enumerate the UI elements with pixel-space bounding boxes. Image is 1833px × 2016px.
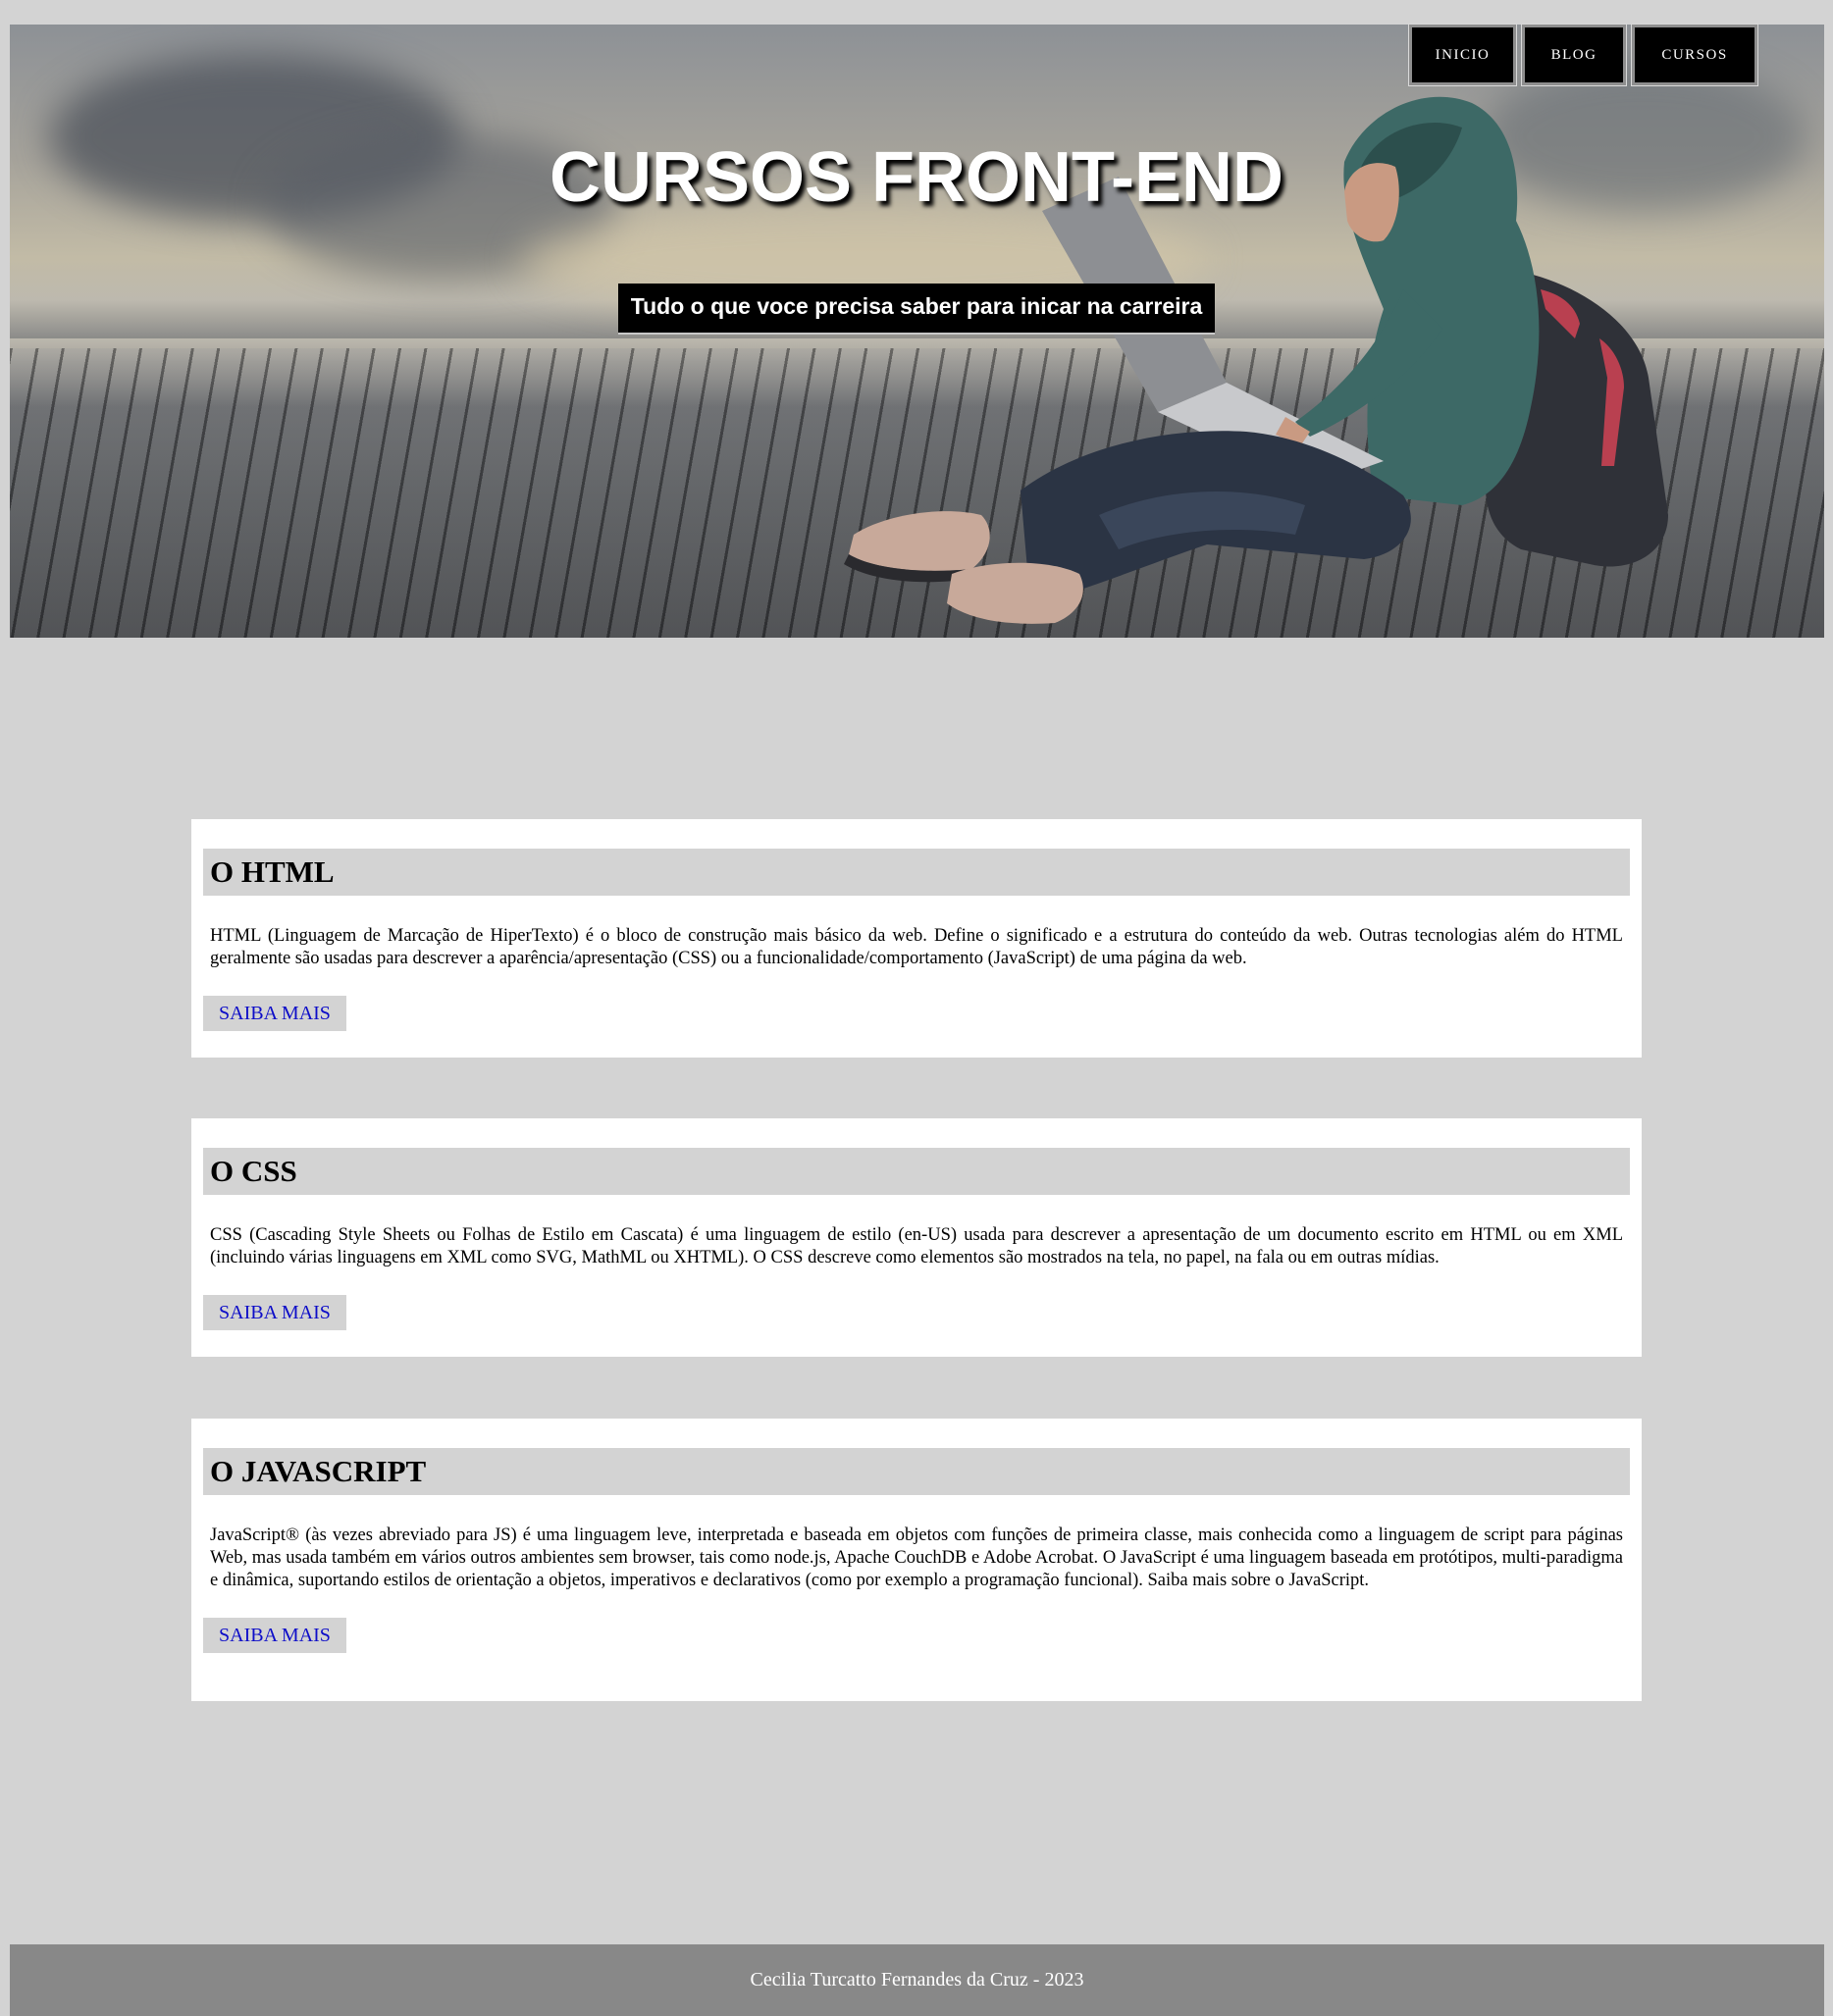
card-text: HTML (Linguagem de Marcação de HiperText… [210, 926, 1623, 968]
hero-subtitle: Tudo o que voce precisa saber para inica… [617, 284, 1216, 335]
card-text: CSS (Cascading Style Sheets ou Folhas de… [210, 1225, 1623, 1267]
card-javascript: O JAVASCRIPT JavaScript® (às vezes abrev… [191, 1419, 1642, 1701]
footer-text: Cecilia Turcatto Fernandes da Cruz - 202… [750, 1969, 1084, 1990]
hero-person-illustration [844, 96, 1668, 624]
card-html: O HTML HTML (Linguagem de Marcação de Hi… [191, 819, 1642, 1058]
top-nav: INICIO BLOG CURSOS [1408, 24, 1758, 86]
nav-inicio-button[interactable]: INICIO [1408, 24, 1517, 86]
nav-blog-button[interactable]: BLOG [1521, 24, 1627, 86]
saiba-mais-button[interactable]: SAIBA MAIS [203, 996, 346, 1031]
card-title: O HTML [203, 849, 1630, 896]
page: INICIO BLOG CURSOS CURSOS FRONT-END Tudo… [0, 0, 1833, 2016]
nav-cursos-button[interactable]: CURSOS [1631, 24, 1758, 86]
saiba-mais-button[interactable]: SAIBA MAIS [203, 1295, 346, 1330]
card-css: O CSS CSS (Cascading Style Sheets ou Fol… [191, 1118, 1642, 1357]
footer: Cecilia Turcatto Fernandes da Cruz - 202… [10, 1944, 1824, 2016]
card-title: O JAVASCRIPT [203, 1448, 1630, 1495]
hero-subtitle-wrap: Tudo o que voce precisa saber para inica… [0, 284, 1833, 335]
hero-title: CURSOS FRONT-END [549, 138, 1284, 217]
card-text: JavaScript® (às vezes abreviado para JS)… [210, 1525, 1623, 1590]
card-title: O CSS [203, 1148, 1630, 1195]
saiba-mais-button[interactable]: SAIBA MAIS [203, 1618, 346, 1653]
